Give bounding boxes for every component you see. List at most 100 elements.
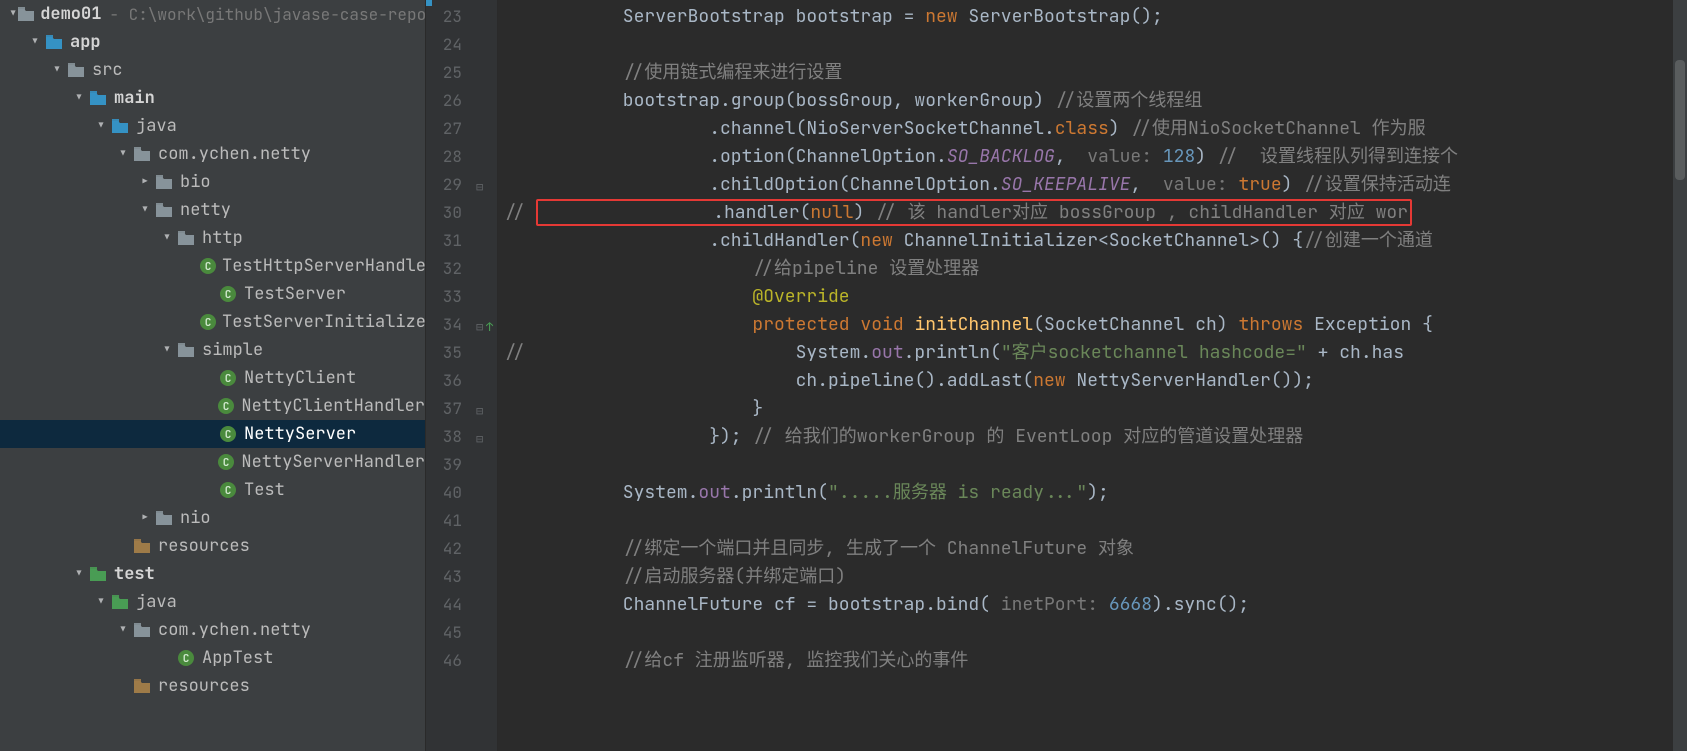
code-line[interactable]: // .handler(null) // 该 handler对应 bossGro… [504,199,1687,227]
code-line[interactable]: //绑定一个端口并且同步, 生成了一个 ChannelFuture 对象 [504,535,1687,563]
line-number[interactable]: 32 [426,255,462,283]
fold-handle-icon[interactable]: ⊟ [476,403,483,419]
tree-twisty[interactable]: ▾ [92,591,110,613]
folder-icon [132,623,152,637]
tree-twisty[interactable]: ▾ [158,339,176,361]
tree-file-AppTest[interactable]: CAppTest [0,644,425,672]
editor-scrollbar[interactable] [1673,0,1687,751]
line-number[interactable]: 46 [426,647,462,675]
code-line[interactable]: //给cf 注册监听器, 监控我们关心的事件 [504,647,1687,675]
code-line[interactable]: // System.out.println("客户socketchannel h… [504,339,1687,367]
tree-twisty[interactable]: ▸ [136,171,154,193]
line-number[interactable]: 33 [426,283,462,311]
code-line[interactable] [504,451,1687,479]
tree-file-TestHttpServerHandler[interactable]: CTestHttpServerHandler [0,252,425,280]
tree-file-NettyClient[interactable]: CNettyClient [0,364,425,392]
tree-twisty[interactable]: ▾ [70,87,88,109]
tree-folder-demo01[interactable]: ▾demo01- C:\work\github\javase-case-repo… [0,0,425,28]
tree-twisty[interactable]: ▾ [48,59,66,81]
line-number[interactable]: 41 [426,507,462,535]
line-number[interactable]: 43 [426,563,462,591]
tree-folder-http[interactable]: ▾http [0,224,425,252]
code-editor[interactable]: 2324252627282930313233343536373839404142… [426,0,1687,751]
scroll-thumb[interactable] [1675,60,1685,180]
tree-twisty[interactable]: ▾ [70,563,88,585]
tree-twisty[interactable]: ▾ [114,143,132,165]
code-line[interactable]: ServerBootstrap bootstrap = new ServerBo… [504,3,1687,31]
override-marker-icon[interactable]: ↑ [486,319,493,335]
line-number[interactable]: 40 [426,479,462,507]
line-number[interactable]: 42 [426,535,462,563]
code-line[interactable]: //启动服务器(并绑定端口) [504,563,1687,591]
code-line[interactable]: System.out.println(".....服务器 is ready...… [504,479,1687,507]
line-number[interactable]: 38 [426,423,462,451]
line-number[interactable]: 26 [426,87,462,115]
line-number[interactable]: 28 [426,143,462,171]
code-line[interactable]: }); // 给我们的workerGroup 的 EventLoop 对应的管道… [504,423,1687,451]
line-number[interactable]: 39 [426,451,462,479]
project-tree[interactable]: ▾demo01- C:\work\github\javase-case-repo… [0,0,426,751]
tree-file-TestServerInitializer[interactable]: CTestServerInitializer [0,308,425,336]
code-line[interactable]: ChannelFuture cf = bootstrap.bind( inetP… [504,591,1687,619]
code-line[interactable]: .option(ChannelOption.SO_BACKLOG, value:… [504,143,1687,171]
code-line[interactable]: //给pipeline 设置处理器 [504,255,1687,283]
gutter-line-numbers[interactable]: 2324252627282930313233343536373839404142… [426,0,470,751]
tree-folder-app[interactable]: ▾app [0,28,425,56]
fold-handle-icon[interactable]: ⊟ [476,431,483,447]
code-line[interactable]: protected void initChannel(SocketChannel… [504,311,1687,339]
fold-handle-icon[interactable]: ⊟ [476,319,483,335]
line-number[interactable]: 29 [426,171,462,199]
tree-file-NettyServerHandler[interactable]: CNettyServerHandler [0,448,425,476]
tree-folder-bio[interactable]: ▸bio [0,168,425,196]
tree-folder-java[interactable]: ▾java [0,588,425,616]
tree-folder-test[interactable]: ▾test [0,560,425,588]
tree-folder-resources[interactable]: resources [0,532,425,560]
tree-twisty[interactable]: ▸ [136,507,154,529]
fold-handle-icon[interactable]: ⊟ [476,179,483,195]
tree-twisty[interactable]: ▾ [8,3,18,25]
tree-folder-java[interactable]: ▾java [0,112,425,140]
tree-folder-netty[interactable]: ▾netty [0,196,425,224]
tree-file-TestServer[interactable]: CTestServer [0,280,425,308]
line-number[interactable]: 27 [426,115,462,143]
tree-folder-com.ychen.netty[interactable]: ▾com.ychen.netty [0,140,425,168]
line-number[interactable]: 25 [426,59,462,87]
line-number[interactable]: 24 [426,31,462,59]
code-line[interactable]: .childOption(ChannelOption.SO_KEEPALIVE,… [504,171,1687,199]
line-number[interactable]: 37 [426,395,462,423]
code-line[interactable] [504,507,1687,535]
code-area[interactable]: ServerBootstrap bootstrap = new ServerBo… [498,0,1687,751]
code-line[interactable]: @Override [504,283,1687,311]
tree-twisty[interactable]: ▾ [26,31,44,53]
tree-twisty[interactable]: ▾ [114,619,132,641]
code-line[interactable]: //使用链式编程来进行设置 [504,59,1687,87]
line-number[interactable]: 45 [426,619,462,647]
tree-file-NettyServer[interactable]: CNettyServer [0,420,425,448]
code-line[interactable] [504,31,1687,59]
tree-folder-nio[interactable]: ▸nio [0,504,425,532]
tree-folder-main[interactable]: ▾main [0,84,425,112]
code-line[interactable]: .childHandler(new ChannelInitializer<Soc… [504,227,1687,255]
line-number[interactable]: 44 [426,591,462,619]
tree-folder-resources[interactable]: resources [0,672,425,700]
tree-twisty[interactable]: ▾ [158,227,176,249]
gutter-marks[interactable]: ⊟⊟↑⊟⊟ [470,0,498,751]
code-line[interactable] [504,619,1687,647]
line-number[interactable]: 30 [426,199,462,227]
tree-twisty[interactable]: ▾ [136,199,154,221]
line-number[interactable]: 35 [426,339,462,367]
code-line[interactable]: } [504,395,1687,423]
tree-folder-src[interactable]: ▾src [0,56,425,84]
line-number[interactable]: 31 [426,227,462,255]
tree-folder-simple[interactable]: ▾simple [0,336,425,364]
code-line[interactable]: .channel(NioServerSocketChannel.class) /… [504,115,1687,143]
tree-folder-com.ychen.netty[interactable]: ▾com.ychen.netty [0,616,425,644]
tree-twisty[interactable]: ▾ [92,115,110,137]
line-number[interactable]: 23 [426,3,462,31]
line-number[interactable]: 34 [426,311,462,339]
line-number[interactable]: 36 [426,367,462,395]
tree-file-NettyClientHandler[interactable]: CNettyClientHandler [0,392,425,420]
tree-file-Test[interactable]: CTest [0,476,425,504]
code-line[interactable]: bootstrap.group(bossGroup, workerGroup) … [504,87,1687,115]
code-line[interactable]: ch.pipeline().addLast(new NettyServerHan… [504,367,1687,395]
